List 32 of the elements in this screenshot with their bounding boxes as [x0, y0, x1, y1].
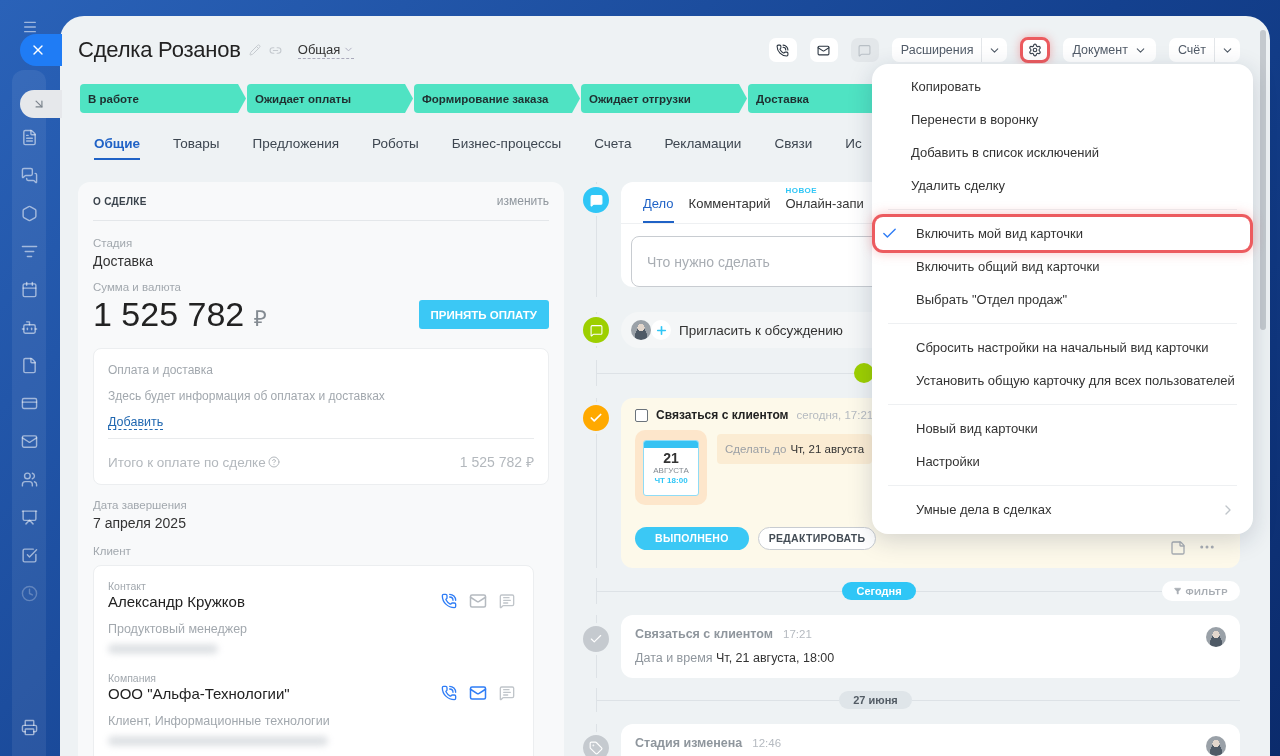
currency-symbol: ₽ [254, 305, 268, 332]
box-title: Оплата и доставка [108, 363, 214, 377]
calendar-month: АВГУСТА [653, 465, 689, 476]
today-badge: Сегодня [842, 582, 916, 600]
calendar-time: ЧТ 18:00 [654, 475, 688, 486]
event-time: 17:21 [783, 628, 812, 640]
total-value: 1 525 782 ₽ [459, 453, 534, 471]
deadline-text: Сделать до Чт, 21 августа [717, 434, 873, 464]
amount-value: 1 525 782 [93, 295, 245, 334]
task-title: Связаться с клиентом [656, 408, 789, 422]
field-label: Клиент [93, 545, 132, 557]
client-role: Клиент, Информационные технологии [108, 714, 331, 728]
date-badge: 27 июня [839, 691, 912, 709]
field-label: Сумма и валюта [93, 281, 182, 293]
hint-text: Здесь будет информация об оплатах и доставках [108, 389, 386, 403]
field-label: Дата завершения [93, 499, 188, 511]
field-label: Компания [108, 672, 158, 684]
new-label: НОВОЕ [785, 186, 818, 195]
section-title: О СДЕЛКЕ [93, 195, 147, 207]
task-time: сегодня, 17:21 [796, 409, 874, 421]
field-label: Контакт [108, 580, 147, 592]
event-title: Стадия изменена [635, 736, 743, 750]
deal-title: Сделка Розанов [78, 37, 241, 63]
field-value: 7 апреля 2025 [93, 515, 187, 531]
total-label: Итого к оплате по сделке [108, 454, 266, 470]
event-time: 12:46 [752, 737, 782, 749]
field-value: Доставка [93, 253, 155, 269]
event-title: Связаться с клиентом [635, 627, 773, 641]
event-detail: Дата и время Чт, 21 августа, 18:00 [635, 651, 835, 665]
client-role: Продуктовый менеджер [108, 622, 249, 636]
calendar-day: 21 [663, 449, 679, 466]
field-label: Стадия [93, 237, 134, 249]
